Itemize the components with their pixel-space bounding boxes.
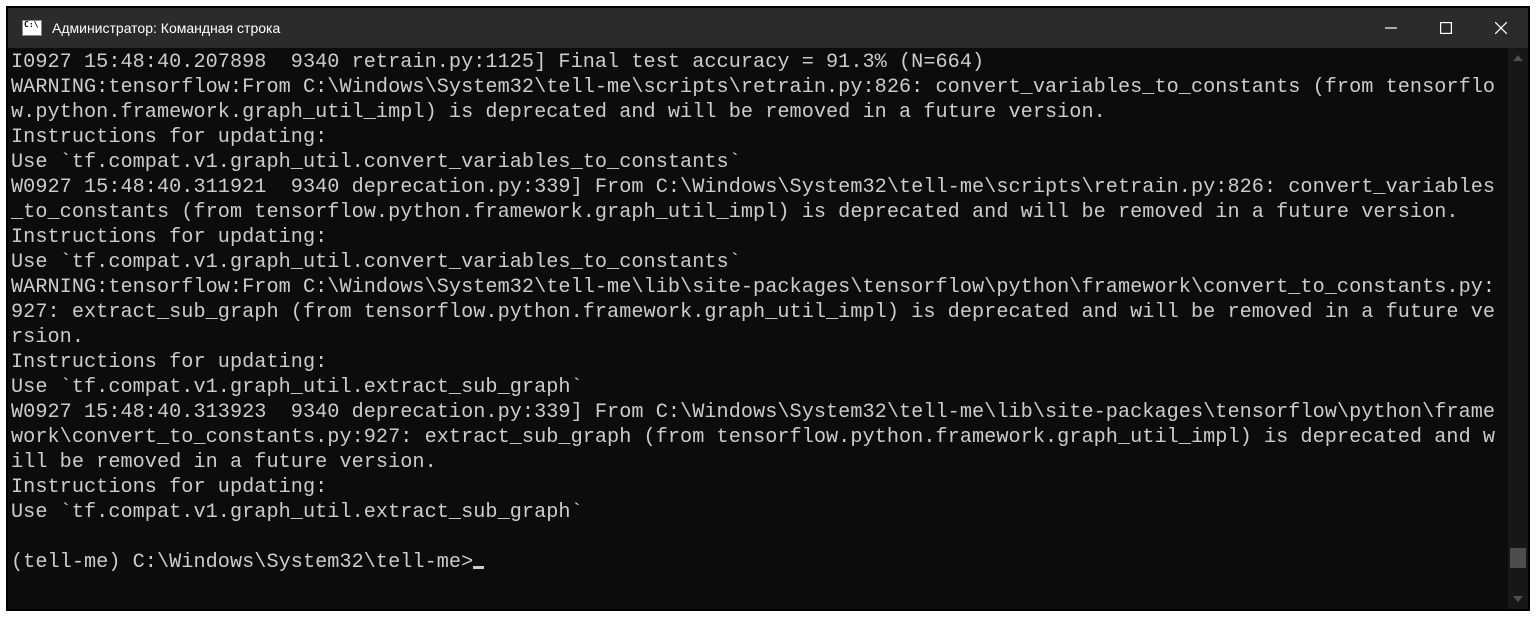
- console-prompt[interactable]: (tell-me) C:\Windows\System32\tell-me>: [11, 551, 473, 574]
- cmd-icon: [22, 20, 42, 36]
- console-log-text: I0927 15:48:40.207898 9340 retrain.py:11…: [11, 51, 1495, 524]
- scrollbar-thumb[interactable]: [1510, 548, 1526, 568]
- text-cursor: [473, 566, 484, 569]
- scroll-up-button[interactable]: [1508, 48, 1528, 68]
- scroll-down-button[interactable]: [1508, 589, 1528, 609]
- maximize-button[interactable]: [1418, 8, 1473, 48]
- client-area: I0927 15:48:40.207898 9340 retrain.py:11…: [8, 48, 1528, 609]
- vertical-scrollbar[interactable]: [1508, 48, 1528, 609]
- window-title: Администратор: Командная строка: [52, 20, 280, 36]
- window-frame: Администратор: Командная строка I0927 15…: [6, 6, 1530, 611]
- title-bar[interactable]: Администратор: Командная строка: [8, 8, 1528, 48]
- close-button[interactable]: [1473, 8, 1528, 48]
- console-output[interactable]: I0927 15:48:40.207898 9340 retrain.py:11…: [8, 48, 1508, 609]
- minimize-button[interactable]: [1363, 8, 1418, 48]
